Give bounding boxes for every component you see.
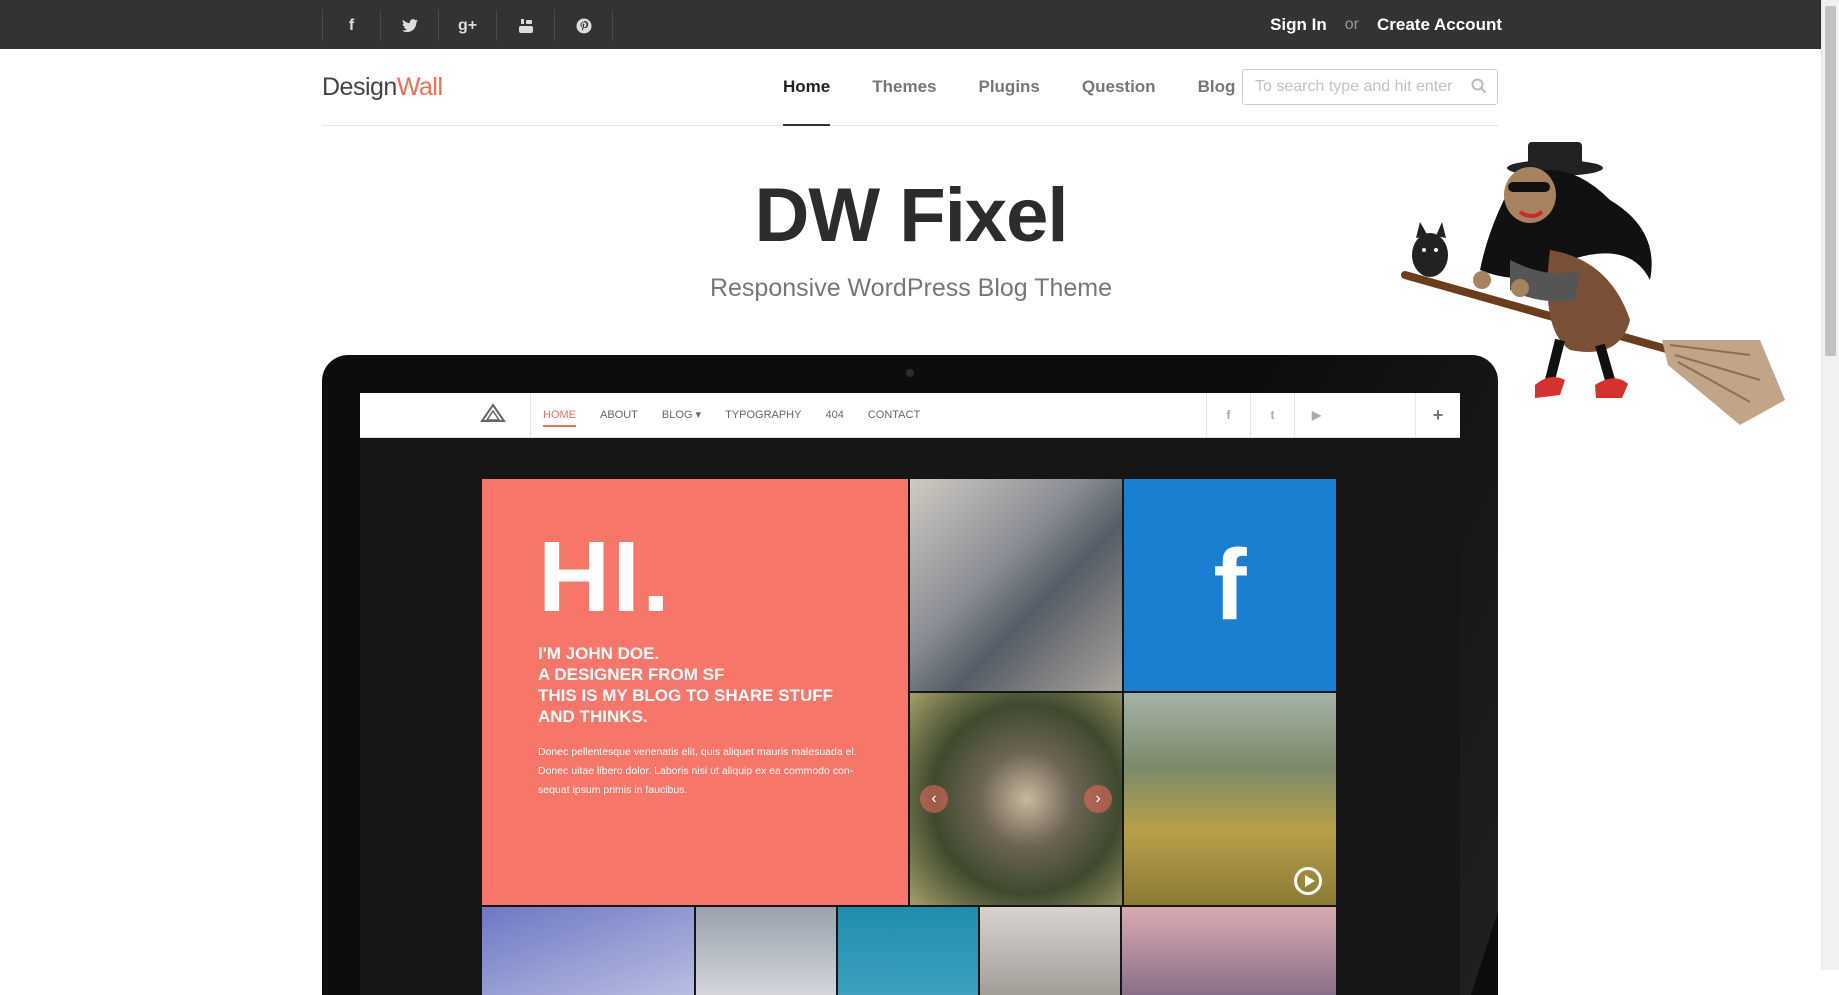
photo-tile-building[interactable] [910,479,1122,691]
preview-menu: HOME ABOUT BLOG ▾ TYPOGRAPHY 404 CONTACT [530,393,932,437]
photo-tile-bottom-2[interactable] [696,907,836,995]
preview-menu-about[interactable]: ABOUT [588,393,650,437]
logo-design-text: Design [322,73,397,101]
search-icon[interactable] [1471,78,1487,99]
preview-menu-home[interactable]: HOME [531,393,588,437]
preview-youtube-icon[interactable]: ▶ [1294,393,1338,437]
social-links: f g+ [322,10,613,41]
intro-headline: I'M JOHN DOE. A DESIGNER FROM SF THIS IS… [538,643,878,727]
photo-tile-bottom-3[interactable] [838,907,978,995]
monitor-screen: HOME ABOUT BLOG ▾ TYPOGRAPHY 404 CONTACT… [360,393,1460,995]
facebook-icon[interactable]: f [322,10,381,41]
preview-menu-typography[interactable]: TYPOGRAPHY [713,393,813,437]
preview-social: f t ▶ [1206,393,1338,437]
monitor-camera [906,369,914,377]
nav-plugins[interactable]: Plugins [957,49,1060,125]
intro-line-3: THIS IS MY BLOG TO SHARE STUFF [538,686,834,705]
photo-tile-knob[interactable]: ‹ › [910,693,1122,905]
intro-hi: HI. [538,521,672,633]
preview-nav: HOME ABOUT BLOG ▾ TYPOGRAPHY 404 CONTACT… [360,393,1460,438]
photo-tile-bottom-1[interactable] [482,907,694,995]
preview-plus-button[interactable]: + [1415,393,1460,437]
create-account-link[interactable]: Create Account [1377,15,1502,35]
facebook-tile-icon[interactable]: f [1124,479,1336,691]
preview-menu-contact[interactable]: CONTACT [856,393,932,437]
scrollbar-thumb[interactable] [1825,6,1836,356]
intro-body: Donec pellentesque venenatis elit, quis … [538,746,857,796]
sign-in-link[interactable]: Sign In [1270,15,1327,35]
search-input[interactable] [1243,70,1465,104]
photo-tile-bottom-5[interactable] [1122,907,1336,995]
preview-twitter-icon[interactable]: t [1250,393,1294,437]
pinterest-icon[interactable] [554,10,613,41]
preview-facebook-icon[interactable]: f [1206,393,1250,437]
nav-question[interactable]: Question [1061,49,1177,125]
intro-line-1: I'M JOHN DOE. [538,644,660,663]
google-plus-icon[interactable]: g+ [438,10,497,41]
slider-prev-icon[interactable]: ‹ [920,785,948,813]
slider-next-icon[interactable]: › [1084,785,1112,813]
or-separator: or [1344,15,1359,33]
main-nav: Home Themes Plugins Question Blog [762,49,1256,126]
account-links: Sign In or Create Account [1270,0,1502,49]
photo-tile-bottom-4[interactable] [980,907,1120,995]
triangle-logo-icon [480,403,506,428]
play-icon[interactable] [1294,867,1322,895]
nav-home[interactable]: Home [762,49,851,126]
monitor-mockup: HOME ABOUT BLOG ▾ TYPOGRAPHY 404 CONTACT… [322,355,1498,995]
site-header: DesignWall Home Themes Plugins Question … [322,49,1498,126]
preview-menu-blog[interactable]: BLOG ▾ [650,393,713,437]
top-bar: f g+ Sign In or Create Account [0,0,1822,49]
intro-line-4: AND THINKS. [538,707,648,726]
twitter-icon[interactable] [380,10,439,41]
preview-menu-404[interactable]: 404 [813,393,855,437]
intro-line-2: A DESIGNER FROM SF [538,665,725,684]
nav-themes[interactable]: Themes [851,49,957,125]
youtube-icon[interactable] [496,10,555,41]
designwall-logo[interactable]: DesignWall [322,73,443,102]
page-scrollbar[interactable] [1821,0,1839,970]
search-box [1242,69,1498,105]
logo-wall-text: Wall [396,73,443,101]
intro-tile: HI. I'M JOHN DOE. A DESIGNER FROM SF THI… [482,479,908,905]
photo-tile-exhibit[interactable] [1124,693,1336,905]
